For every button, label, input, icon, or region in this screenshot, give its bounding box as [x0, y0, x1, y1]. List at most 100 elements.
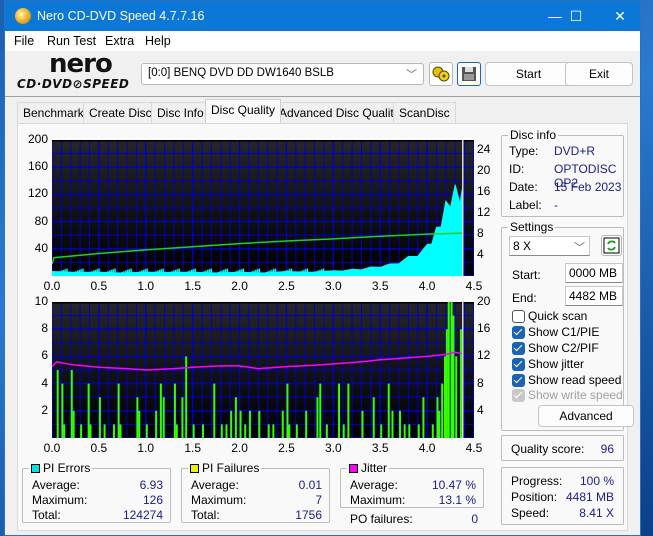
pi-errors-bar — [267, 271, 269, 276]
pi-errors-bar — [75, 271, 77, 276]
tab-disc-quality[interactable]: Disc Quality — [205, 99, 282, 123]
pi-errors-bar — [155, 271, 157, 276]
pi-failures-bar — [422, 397, 425, 438]
pi-failures-bar — [408, 424, 411, 438]
drive-select[interactable]: [0:0] BENQ DVD DD DW1640 BSLB ﹀ — [141, 63, 424, 85]
pi-errors-bar — [324, 273, 327, 276]
pi-failures-bar — [248, 410, 251, 438]
pi-errors-bar — [73, 271, 75, 276]
save-button[interactable] — [457, 62, 481, 86]
settings-group: Settings 8 X ﹀ Start: 0000 MB End: 4482 … — [501, 220, 634, 431]
x-tick-label: 0.5 — [90, 441, 108, 455]
pi-errors-bar — [256, 269, 259, 276]
speed-label: Speed: — [511, 506, 550, 520]
pi-errors-bar — [251, 271, 253, 276]
refresh-speeds-button[interactable] — [601, 235, 622, 256]
pi-errors-bar — [278, 273, 280, 276]
x-tick-label: 3.0 — [324, 279, 342, 293]
end-field[interactable]: 4482 MB — [565, 286, 623, 306]
tab-benchmark[interactable]: Benchmark — [17, 102, 90, 123]
pi-errors-bar — [272, 269, 275, 276]
jitter-maximum-label: Maximum: — [350, 493, 406, 507]
show-write-speed-label: Show write speed — [528, 388, 623, 402]
exit-button[interactable]: Exit — [565, 62, 633, 86]
pi-errors-bar — [329, 271, 332, 276]
pi-failures-bar — [117, 383, 120, 438]
pi-failures-swatch — [190, 464, 199, 473]
pi-failures-bar — [244, 424, 247, 438]
pi-errors-bar — [158, 269, 161, 276]
tab-scandisc[interactable]: ScanDisc — [393, 102, 456, 123]
start-button[interactable]: Start — [485, 62, 572, 86]
y2-tick-label: 16 — [477, 184, 491, 199]
pi-errors-bar — [66, 268, 68, 276]
pi-errors-bar — [208, 269, 211, 276]
pi-errors-bar — [82, 268, 84, 276]
pi-errors-average-value: 6.93 — [139, 478, 163, 492]
pi-errors-bar — [92, 270, 95, 276]
menu-file[interactable]: File — [14, 34, 34, 48]
pi-errors-plot — [52, 140, 474, 276]
pi-failures-bar — [431, 424, 434, 438]
show-read-speed-checkbox[interactable] — [512, 374, 525, 387]
pi-failures-bar — [305, 410, 308, 438]
pi-errors-bar — [192, 269, 195, 276]
pi-failures-bar — [192, 424, 195, 438]
x-tick-label: 2.5 — [278, 441, 295, 455]
pi-failures-total-value: 1756 — [295, 508, 322, 522]
speed-value: 8.41 X — [579, 506, 614, 520]
pi-errors-bar — [76, 270, 79, 276]
x-tick-label: 4.5 — [465, 279, 483, 293]
pi-failures-maximum-value: 7 — [315, 493, 322, 507]
pi-errors-bar — [87, 272, 90, 276]
show-jitter-checkbox[interactable] — [512, 358, 525, 371]
menu-run-test[interactable]: Run Test — [47, 34, 96, 48]
x-tick-label: 0.0 — [43, 279, 61, 293]
tab-advanced-disc-quality[interactable]: Advanced Disc Quality — [273, 102, 406, 123]
speed-select[interactable]: 8 X ﹀ — [509, 236, 590, 256]
show-c1-pie-checkbox[interactable] — [512, 326, 525, 339]
pi-errors-bar — [199, 272, 202, 276]
pi-errors-bar — [139, 271, 141, 276]
pi-failures-bar — [338, 383, 341, 438]
pi-errors-bar — [144, 269, 147, 276]
pi-failures-bar — [325, 424, 328, 438]
pi-errors-bar — [226, 268, 229, 276]
progress-group: Progress: 100 % Position: 4481 MB Speed:… — [501, 467, 624, 525]
pi-failures-bar — [98, 397, 101, 438]
pi-failures-bar — [455, 356, 458, 438]
pi-errors-bar — [96, 269, 98, 276]
pi-errors-bar — [255, 269, 257, 276]
app-window: Nero CD-DVD Speed 4.7.7.16 — ☐ ✕ File Ru… — [4, 0, 641, 536]
eject-swap-button[interactable] — [429, 62, 453, 86]
pi-failures-bar — [80, 424, 83, 438]
pi-errors-bar — [310, 273, 312, 276]
start-field[interactable]: 0000 MB — [565, 263, 623, 283]
y2-tick-label: 20 — [477, 163, 491, 178]
menu-extra[interactable]: Extra — [105, 34, 134, 48]
pi-errors-bar — [151, 272, 154, 276]
y-tick-label: 200 — [27, 132, 48, 146]
pi-failures-bar — [372, 397, 375, 438]
pi-errors-bar — [128, 269, 131, 276]
pi-failures-bar — [159, 383, 162, 438]
pi-failures-bar — [445, 329, 448, 438]
x-tick-label: 0.5 — [90, 279, 108, 293]
menu-help[interactable]: Help — [145, 34, 171, 48]
pi-errors-bar — [203, 271, 205, 276]
close-button[interactable]: ✕ — [600, 5, 640, 27]
pi-errors-bar — [116, 273, 118, 276]
advanced-button[interactable]: Advanced — [538, 405, 634, 427]
pi-errors-bar — [297, 271, 300, 276]
show-c2-pif-checkbox[interactable] — [512, 342, 525, 355]
pi-errors-bar — [171, 271, 173, 276]
pi-failures-bar — [258, 410, 261, 438]
pi-errors-bar — [182, 273, 184, 276]
pi-errors-bar — [105, 271, 107, 276]
tab-disc-info[interactable]: Disc Info — [151, 102, 210, 123]
quick-scan-checkbox[interactable] — [512, 310, 525, 323]
maximize-button[interactable]: ☐ — [556, 5, 596, 27]
pi-errors-bar — [212, 273, 214, 276]
pi-failures-bar — [281, 410, 284, 438]
tab-create-disc[interactable]: Create Disc — [83, 102, 158, 123]
